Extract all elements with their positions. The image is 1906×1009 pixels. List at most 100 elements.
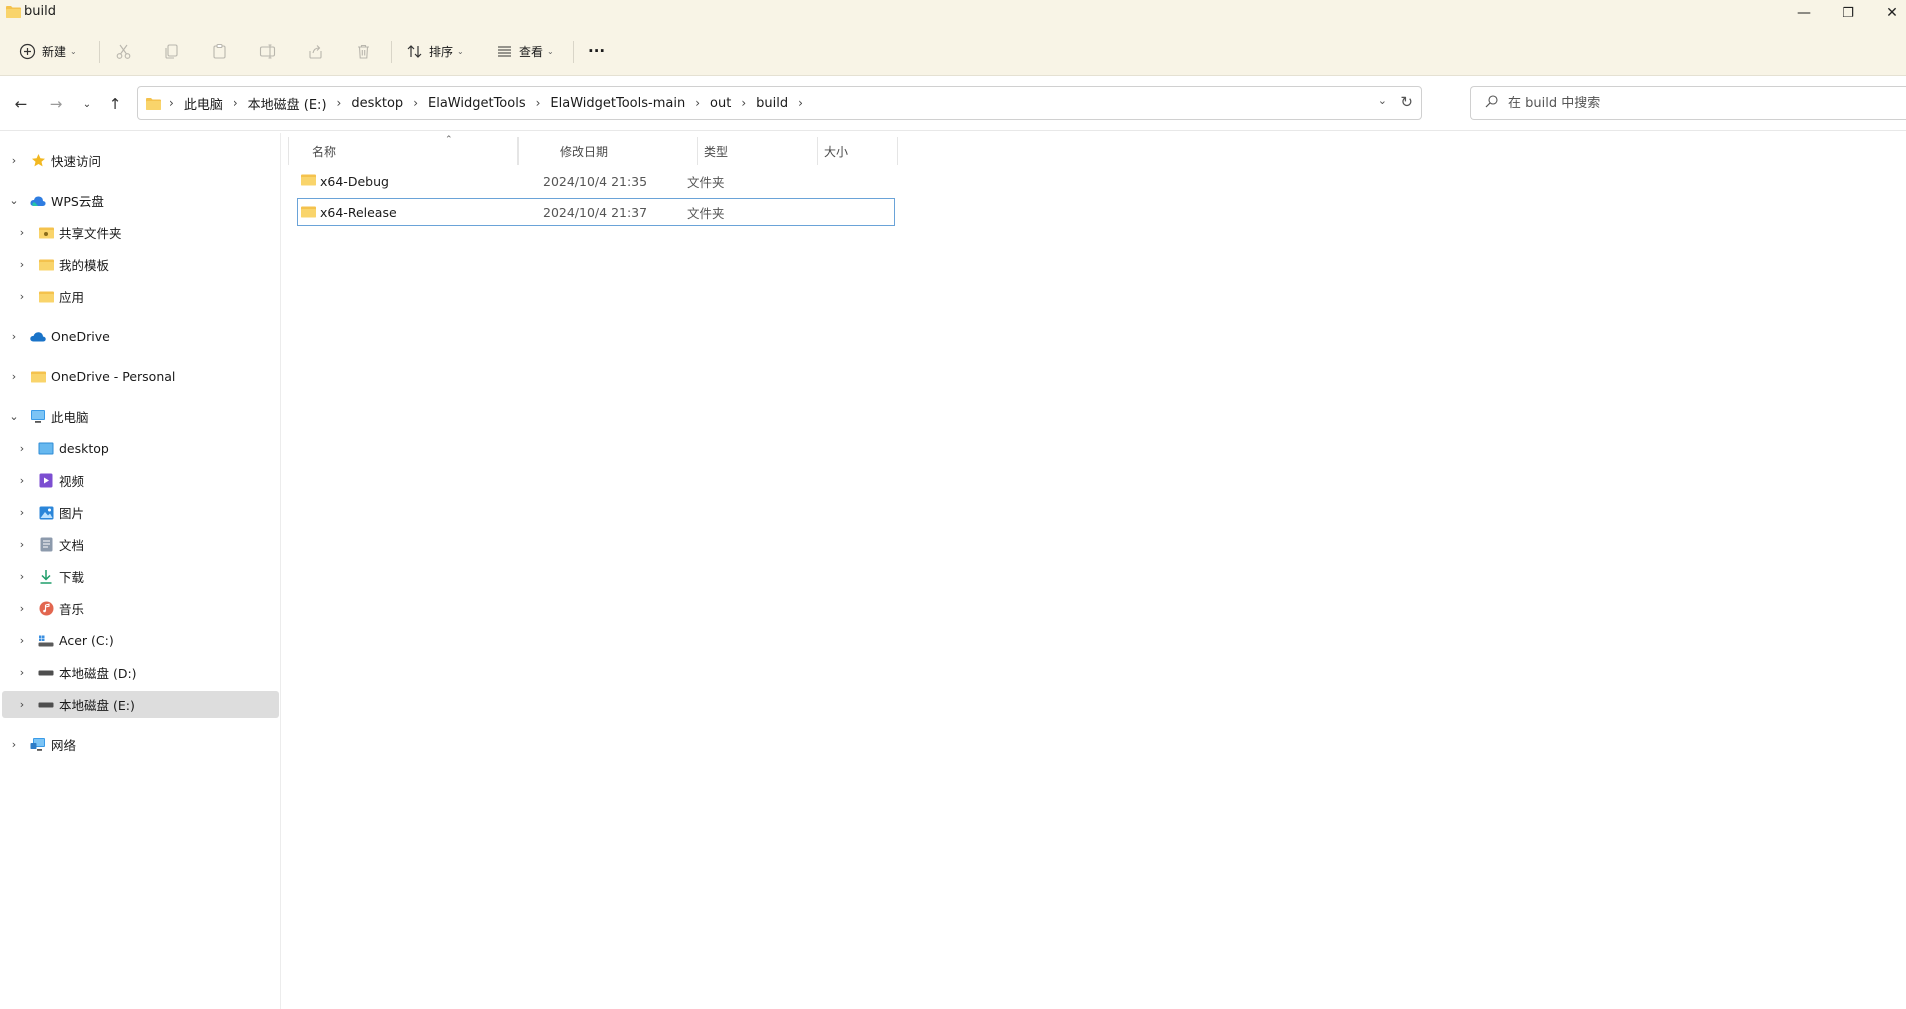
chevron-right-icon[interactable]: › <box>8 154 20 167</box>
refresh-button[interactable]: ↻ <box>1400 93 1413 111</box>
column-divider[interactable] <box>518 137 519 165</box>
chevron-right-icon[interactable]: › <box>16 474 28 487</box>
delete-button[interactable] <box>355 38 372 64</box>
address-bar[interactable]: › 此电脑 › 本地磁盘 (E:) › desktop › ElaWidgetT… <box>137 86 1422 120</box>
breadcrumb-item[interactable]: 此电脑 <box>182 94 225 113</box>
restore-button[interactable]: ❐ <box>1826 0 1870 26</box>
chevron-right-icon[interactable]: › <box>233 96 238 110</box>
sidebar-item-label: 我的模板 <box>59 258 110 273</box>
recent-locations-button[interactable]: ⌄ <box>76 93 98 115</box>
close-button[interactable]: ✕ <box>1870 0 1906 26</box>
new-button[interactable]: 新建 ⌄ <box>19 38 77 64</box>
chevron-right-icon[interactable]: › <box>16 226 28 239</box>
shared-folder-icon <box>38 225 54 241</box>
breadcrumb-item[interactable]: desktop <box>349 96 405 111</box>
breadcrumb-item[interactable]: ElaWidgetTools-main <box>548 96 687 111</box>
sidebar-item-drive-c[interactable]: › Acer (C:) <box>2 627 279 654</box>
sidebar-item-music[interactable]: › 音乐 <box>2 595 279 622</box>
sidebar-item-label: 共享文件夹 <box>59 226 122 241</box>
chevron-right-icon[interactable]: › <box>695 96 700 110</box>
breadcrumb-item[interactable]: ElaWidgetTools <box>426 96 528 111</box>
sidebar-item-videos[interactable]: › 视频 <box>2 467 279 494</box>
back-button[interactable]: ← <box>10 93 32 115</box>
onedrive-icon <box>30 329 46 345</box>
column-header-size[interactable]: 大小 <box>818 137 898 165</box>
chevron-right-icon[interactable]: › <box>16 634 28 647</box>
file-modified: 2024/10/4 21:35 <box>543 173 648 189</box>
chevron-down-icon[interactable]: ⌄ <box>8 410 20 423</box>
column-header-type[interactable]: 类型 <box>698 137 818 165</box>
sidebar-item-apps[interactable]: › 应用 <box>2 283 279 310</box>
search-input[interactable] <box>1508 95 1888 111</box>
chevron-right-icon[interactable]: › <box>16 258 28 271</box>
folder-icon <box>38 289 54 305</box>
copy-button[interactable] <box>163 38 180 64</box>
sidebar-item-documents[interactable]: › 文档 <box>2 531 279 558</box>
chevron-right-icon[interactable]: › <box>16 506 28 519</box>
view-button[interactable]: 查看 ⌄ <box>496 38 554 64</box>
rename-button[interactable] <box>259 38 276 64</box>
chevron-down-icon: ⌄ <box>547 46 554 56</box>
sidebar-item-my-templates[interactable]: › 我的模板 <box>2 251 279 278</box>
sidebar-item-pictures[interactable]: › 图片 <box>2 499 279 526</box>
sidebar-item-drive-e[interactable]: › 本地磁盘 (E:) <box>2 691 279 718</box>
sidebar-item-label: 应用 <box>59 290 85 305</box>
more-options-button[interactable]: ··· <box>588 38 605 64</box>
sidebar-item-desktop[interactable]: › desktop <box>2 435 279 462</box>
sidebar-item-shared-folder[interactable]: › 共享文件夹 <box>2 219 279 246</box>
chevron-right-icon[interactable]: › <box>16 666 28 679</box>
column-header-name[interactable] <box>282 137 289 165</box>
computer-icon <box>30 409 46 425</box>
chevron-right-icon[interactable]: › <box>337 96 342 110</box>
chevron-right-icon[interactable]: › <box>169 96 174 110</box>
column-header-name[interactable]: 名称 ⌃ <box>306 135 518 165</box>
column-header-modified[interactable]: 修改日期 <box>554 137 698 165</box>
chevron-right-icon[interactable]: › <box>8 738 20 751</box>
sidebar-item-network[interactable]: › 网络 <box>2 731 279 758</box>
rename-icon <box>259 43 276 59</box>
share-button[interactable] <box>307 38 324 64</box>
file-row[interactable]: x64-Debug 2024/10/4 21:35 文件夹 <box>297 167 895 195</box>
chevron-right-icon[interactable]: › <box>536 96 541 110</box>
folder-icon <box>301 205 316 221</box>
chevron-right-icon[interactable]: › <box>16 570 28 583</box>
sidebar-item-onedrive-personal[interactable]: › OneDrive - Personal <box>2 363 279 390</box>
breadcrumb-item[interactable]: 本地磁盘 (E:) <box>246 94 329 113</box>
search-box[interactable] <box>1470 86 1906 120</box>
chevron-right-icon[interactable]: › <box>16 538 28 551</box>
chevron-right-icon[interactable]: › <box>16 290 28 303</box>
chevron-right-icon[interactable]: › <box>16 698 28 711</box>
drive-icon <box>38 697 54 713</box>
breadcrumb-item[interactable]: build <box>754 96 790 111</box>
forward-button[interactable]: → <box>45 93 67 115</box>
chevron-right-icon[interactable]: › <box>8 330 20 343</box>
chevron-right-icon[interactable]: › <box>798 96 803 110</box>
sidebar-item-this-pc[interactable]: ⌄ 此电脑 <box>2 403 279 430</box>
chevron-right-icon[interactable]: › <box>16 442 28 455</box>
paste-button[interactable] <box>211 38 228 64</box>
cut-button[interactable] <box>115 38 132 64</box>
breadcrumb-item[interactable]: out <box>708 96 733 111</box>
minimize-button[interactable]: — <box>1782 0 1826 26</box>
chevron-right-icon[interactable]: › <box>8 370 20 383</box>
chevron-down-icon[interactable]: ⌄ <box>8 194 20 207</box>
sort-button-label: 排序 <box>429 44 454 59</box>
file-type: 文件夹 <box>687 174 725 190</box>
chevron-right-icon[interactable]: › <box>413 96 418 110</box>
chevron-right-icon[interactable]: › <box>741 96 746 110</box>
sidebar-item-label: 网络 <box>51 738 77 753</box>
address-history-dropdown[interactable]: ⌄ <box>1378 94 1387 107</box>
sidebar-item-wps-cloud[interactable]: ⌄ WPS云盘 <box>2 187 279 214</box>
file-row[interactable]: x64-Release 2024/10/4 21:37 文件夹 <box>297 198 895 226</box>
sort-button[interactable]: 排序 ⌄ <box>406 38 464 64</box>
chevron-right-icon[interactable]: › <box>16 602 28 615</box>
cloud-icon <box>30 193 46 209</box>
plus-circle-icon <box>19 43 36 59</box>
sidebar-item-quick-access[interactable]: › 快速访问 <box>2 147 279 174</box>
column-header-label: 修改日期 <box>560 144 609 159</box>
sidebar-item-label: 快速访问 <box>51 154 102 169</box>
sidebar-item-onedrive[interactable]: › OneDrive <box>2 323 279 350</box>
up-button[interactable]: ↑ <box>104 93 126 115</box>
sidebar-item-drive-d[interactable]: › 本地磁盘 (D:) <box>2 659 279 686</box>
sidebar-item-downloads[interactable]: › 下载 <box>2 563 279 590</box>
